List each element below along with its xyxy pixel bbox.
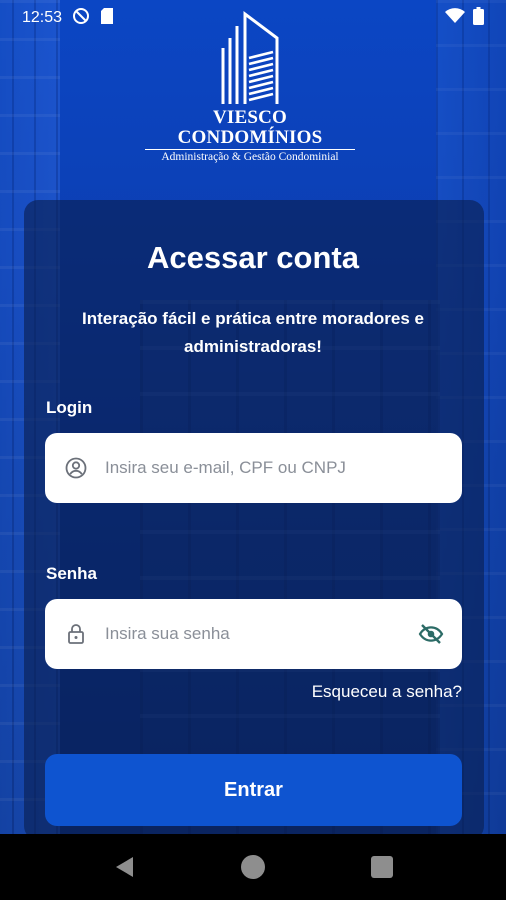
login-field[interactable] [45,433,462,503]
do-not-disturb-icon [72,7,90,30]
forgot-password-link[interactable]: Esqueceu a senha? [312,682,462,702]
user-icon [65,457,87,479]
viesco-logo: VIESCO CONDOMÍNIOS Administração & Gestã… [145,8,355,163]
login-card [24,200,484,840]
login-input[interactable] [103,457,444,479]
building-logo-icon [221,11,279,104]
back-icon[interactable] [109,852,139,882]
visibility-off-icon[interactable] [418,621,444,647]
password-label: Senha [46,564,98,583]
brand-name: VIESCO CONDOMÍNIOS [145,108,355,150]
brand-tagline: Administração & Gestão Condominial [161,151,339,163]
battery-icon [473,6,484,30]
page-subtitle: Interação fácil e prática entre moradore… [81,309,425,356]
sim-card-icon [100,7,114,30]
recents-icon[interactable] [367,852,397,882]
login-button[interactable]: Entrar [45,754,462,826]
lock-icon [65,623,87,645]
status-time: 12:53 [22,9,63,26]
wifi-icon [445,7,465,29]
home-icon[interactable] [238,852,268,882]
navigation-bar [0,834,506,900]
password-input[interactable] [103,623,418,645]
login-label: Login [46,398,93,417]
page-title: Acessar conta [147,240,359,275]
password-field[interactable] [45,599,462,669]
